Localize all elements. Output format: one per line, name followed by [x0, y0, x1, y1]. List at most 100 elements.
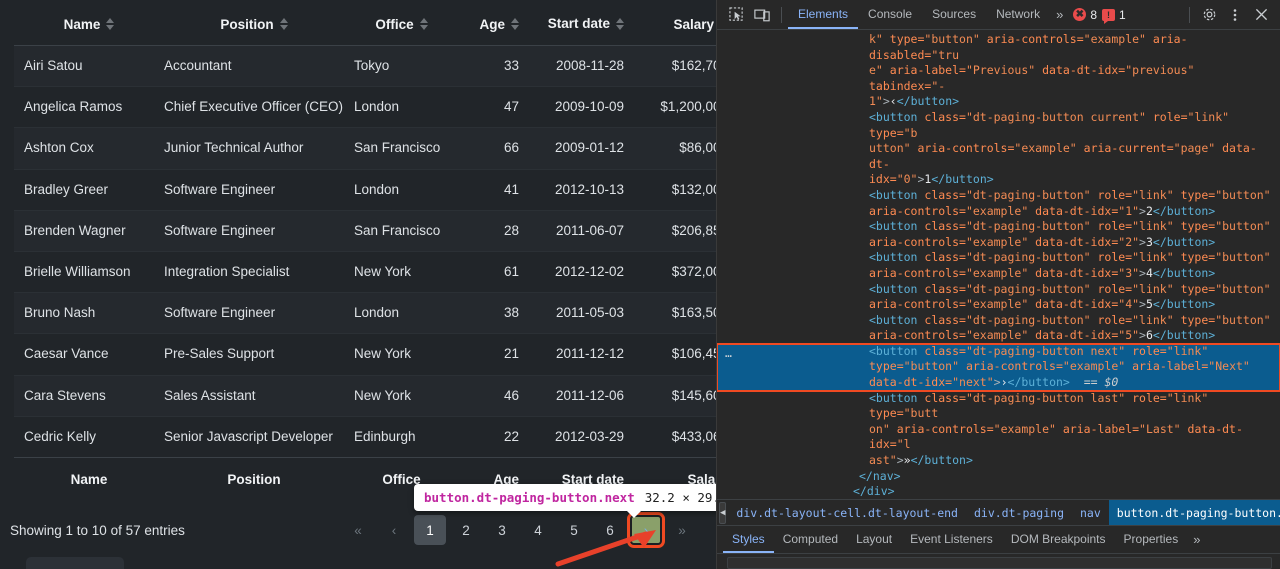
code-line[interactable]: 1">‹</button> [717, 94, 1280, 110]
table-cell-office: New York [354, 346, 412, 362]
table-cell-office: New York [354, 263, 412, 279]
tab-event-listeners[interactable]: Event Listeners [901, 526, 1002, 553]
paging-page-1-button[interactable]: 1 [414, 515, 446, 546]
table-cell-age: 66 [503, 140, 519, 156]
code-line[interactable]: aria-controls="example" data-dt-idx="5">… [717, 328, 1280, 344]
code-line[interactable]: <button class="dt-paging-button" role="l… [717, 219, 1280, 235]
sort-icon[interactable] [419, 18, 428, 31]
th-position[interactable]: Position [164, 0, 354, 46]
code-line[interactable]: aria-controls="example" data-dt-idx="4">… [717, 297, 1280, 313]
code-line-close-tag[interactable]: </nav> [717, 469, 1280, 485]
table-cell-office: New York [354, 387, 412, 403]
table-cell-name: Cedric Kelly [24, 428, 97, 444]
warning-badge[interactable]: ! 1 [1102, 8, 1126, 24]
table-cell-age: 47 [503, 99, 519, 115]
code-line[interactable]: idx="0">1</button> [717, 172, 1280, 188]
sidebar-tabs-overflow-icon[interactable]: » [1187, 532, 1206, 547]
code-line[interactable]: aria-controls="example" data-dt-idx="3">… [717, 266, 1280, 282]
paging-first-button[interactable]: « [342, 515, 374, 545]
table-cell-position: Software Engineer [164, 305, 276, 321]
styles-filter-stub [717, 553, 1280, 569]
code-line[interactable]: ast">»</button> [717, 453, 1280, 469]
table-cell-position: Sales Assistant [164, 387, 256, 403]
paging-page-4-button[interactable]: 4 [522, 515, 554, 545]
table-cell-position: Junior Technical Author [164, 140, 304, 156]
table-cell-salary: $1,200,000 [660, 99, 716, 115]
tab-sources[interactable]: Sources [922, 0, 986, 29]
th-salary-label: Salary [673, 16, 714, 32]
paging-last-button[interactable]: » [666, 515, 698, 545]
th-salary[interactable]: Salary [634, 0, 716, 46]
more-tabs-icon[interactable]: » [1050, 7, 1069, 22]
code-line[interactable]: k" type="button" aria-controls="example"… [717, 32, 1280, 63]
kebab-menu-icon[interactable] [1222, 3, 1248, 27]
table-cell-salary: $206,850 [671, 222, 716, 238]
th-start-date[interactable]: Start date [529, 0, 634, 46]
th-age-label: Age [479, 16, 505, 32]
issue-badges[interactable]: ✖ 8 ! 1 [1073, 8, 1126, 24]
code-line-close-tag[interactable]: </div> [717, 484, 1280, 499]
toolbar-divider-2 [1189, 6, 1190, 23]
code-line[interactable]: <button class="dt-paging-button" role="l… [717, 250, 1280, 266]
error-badge[interactable]: ✖ 8 [1073, 8, 1097, 22]
tab-dom-breakpoints[interactable]: DOM Breakpoints [1002, 526, 1115, 553]
code-line[interactable]: <button class="dt-paging-button" role="l… [717, 313, 1280, 329]
paging-page-3-button[interactable]: 3 [486, 515, 518, 545]
table-cell-salary: $106,450 [671, 346, 716, 362]
tab-layout[interactable]: Layout [847, 526, 901, 553]
code-line[interactable]: aria-controls="example" data-dt-idx="2">… [717, 235, 1280, 251]
code-line[interactable]: <button class="dt-paging-button last" ro… [717, 391, 1280, 422]
table-cell-salary: $163,500 [671, 305, 716, 321]
sort-icon[interactable] [106, 18, 115, 31]
device-toolbar-icon[interactable] [749, 3, 775, 27]
error-count: 8 [1090, 7, 1098, 22]
table-cell-age: 46 [503, 387, 519, 403]
table-cell-name: Angelica Ramos [24, 99, 123, 115]
code-line[interactable]: utton" aria-controls="example" aria-curr… [717, 141, 1280, 172]
sort-icon[interactable] [279, 18, 288, 31]
sort-icon[interactable] [511, 18, 519, 31]
th-name[interactable]: Name [14, 0, 164, 46]
code-line[interactable]: <button class="dt-paging-button current"… [717, 110, 1280, 141]
breadcrumb-back-icon[interactable]: ◀ [719, 501, 727, 524]
selected-dom-node[interactable]: … <button class="dt-paging-button next" r… [717, 342, 1280, 392]
tab-console[interactable]: Console [858, 0, 922, 29]
tab-computed[interactable]: Computed [774, 526, 847, 553]
tab-elements[interactable]: Elements [788, 0, 858, 29]
table-cell-start-date: 2011-12-06 [555, 387, 624, 403]
code-line[interactable]: <button class="dt-paging-button" role="l… [717, 188, 1280, 204]
breadcrumb-item-paging[interactable]: div.dt-paging [966, 500, 1072, 526]
code-line[interactable]: on" aria-controls="example" aria-label="… [717, 422, 1280, 453]
table-row: Cara Stevens Sales Assistant New York 46 201… [14, 375, 716, 417]
tab-network[interactable]: Network [986, 0, 1050, 29]
code-line[interactable]: <button class="dt-paging-button" role="l… [717, 282, 1280, 298]
table-cell-office: Tokyo [354, 57, 390, 73]
table-cell-name: Airi Satou [24, 57, 83, 73]
table-cell-office: San Francisco [354, 222, 441, 238]
sort-icon[interactable] [616, 18, 624, 31]
close-icon[interactable] [1248, 3, 1274, 27]
code-line[interactable]: aria-controls="example" data-dt-idx="1">… [717, 204, 1280, 220]
styles-filter-input[interactable] [727, 557, 1272, 569]
table-header-row: Name Position Office Age Start date Sala… [14, 0, 716, 46]
paging-page-2-button[interactable]: 2 [450, 515, 482, 545]
toolbar-divider [781, 6, 782, 23]
dom-tree-code[interactable]: k" type="button" aria-controls="example"… [717, 30, 1280, 499]
collapse-ellipsis-icon[interactable]: … [725, 346, 733, 362]
table-cell-salary: $145,600 [671, 387, 716, 403]
th-office[interactable]: Office [354, 0, 459, 46]
breadcrumb-item-next-button[interactable]: button.dt-paging-button.next [1108, 499, 1280, 526]
breadcrumb-item-layout-cell[interactable]: div.dt-layout-cell.dt-layout-end [728, 500, 966, 526]
code-line[interactable]: e" aria-label="Previous" data-dt-idx="pr… [717, 63, 1280, 94]
tab-properties[interactable]: Properties [1115, 526, 1188, 553]
paging-previous-button[interactable]: ‹ [378, 515, 410, 545]
breadcrumb-item-nav[interactable]: nav [1072, 500, 1109, 526]
gear-icon[interactable] [1196, 3, 1222, 27]
inspect-element-icon[interactable] [723, 3, 749, 27]
table-cell-start-date: 2011-05-03 [555, 305, 624, 321]
table-cell-start-date: 2012-12-02 [554, 263, 624, 279]
tab-styles[interactable]: Styles [723, 526, 774, 553]
table-head: Name Position Office Age Start date Sala… [14, 0, 716, 46]
table-cell-age: 41 [503, 181, 519, 197]
th-age[interactable]: Age [459, 0, 529, 46]
